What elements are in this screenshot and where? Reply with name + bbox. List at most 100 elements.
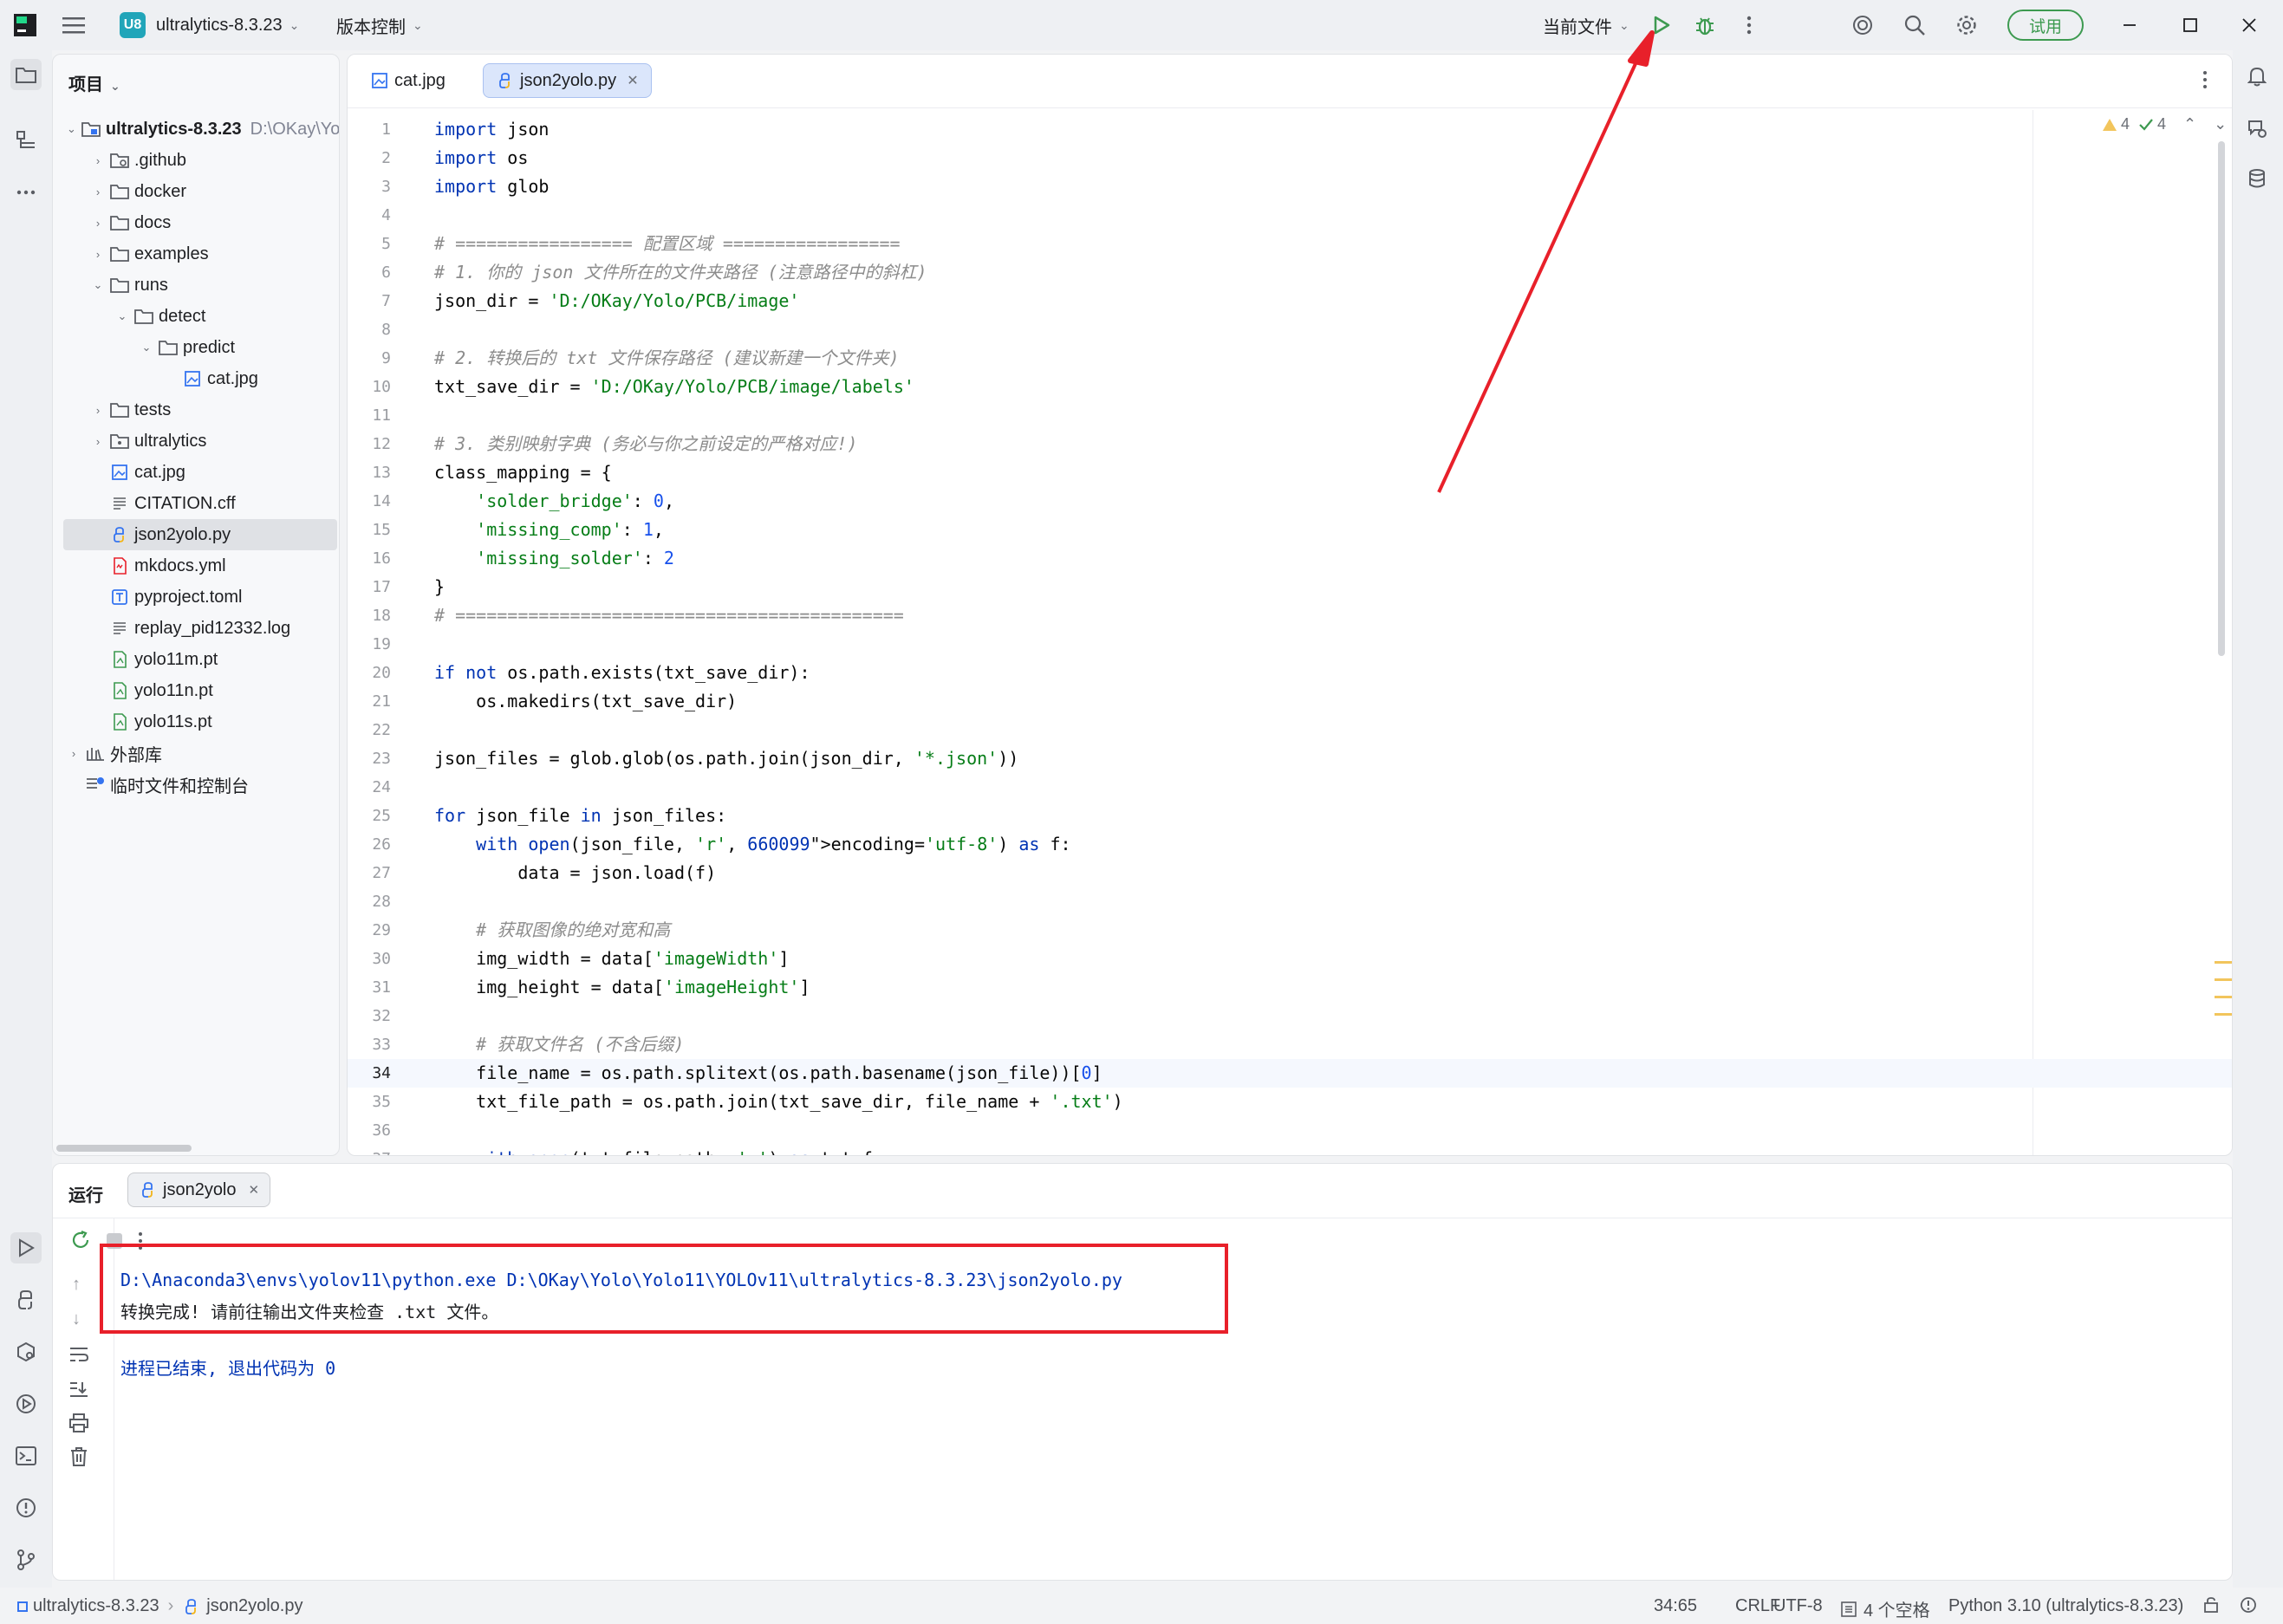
code-line[interactable]: 13 class_mapping = {: [348, 458, 2232, 487]
tree-item[interactable]: yolo11n.pt: [53, 675, 339, 706]
tab-cat-jpg[interactable]: cat.jpg: [358, 63, 458, 98]
close-tab-icon[interactable]: ✕: [627, 72, 638, 89]
tree-item[interactable]: › docs: [53, 207, 339, 238]
code-line[interactable]: 12 # 3. 类别映射字典 (务必与你之前设定的严格对应!): [348, 430, 2232, 458]
more-tools-icon[interactable]: [10, 177, 42, 208]
code-line[interactable]: 21 os.makedirs(txt_save_dir): [348, 687, 2232, 716]
breadcrumb-file[interactable]: json2yolo.py: [206, 1596, 302, 1616]
code-line[interactable]: 30 img_width = data['imageWidth']: [348, 945, 2232, 973]
services-icon[interactable]: [10, 1388, 42, 1419]
chevron-down-icon[interactable]: ⌄: [91, 278, 105, 292]
scroll-up-icon[interactable]: ↑: [72, 1275, 81, 1295]
tree-item[interactable]: ⌄ predict: [53, 332, 339, 363]
code-line[interactable]: 9 # 2. 转换后的 txt 文件保存路径 (建议新建一个文件夹): [348, 344, 2232, 373]
code-line[interactable]: 2 import os: [348, 144, 2232, 172]
chevron-right-icon[interactable]: ›: [91, 217, 105, 230]
trash-icon[interactable]: [69, 1446, 88, 1471]
problems-icon[interactable]: [10, 1492, 42, 1523]
code-line[interactable]: 8: [348, 315, 2232, 344]
code-line[interactable]: 3 import glob: [348, 172, 2232, 201]
code-line[interactable]: 33 # 获取文件名 (不含后缀): [348, 1030, 2232, 1059]
tree-item[interactable]: yolo11m.pt: [53, 644, 339, 675]
readonly-lock-icon[interactable]: [2203, 1596, 2219, 1619]
vcs-menu[interactable]: 版本控制 ⌄: [336, 0, 423, 50]
code-line[interactable]: 22: [348, 716, 2232, 744]
ai-chat-icon[interactable]: [2241, 113, 2273, 144]
code-line[interactable]: 19: [348, 630, 2232, 659]
code-line[interactable]: 18 # ====================================…: [348, 601, 2232, 630]
tree-item[interactable]: replay_pid12332.log: [53, 613, 339, 644]
code-line[interactable]: 23 json_files = glob.glob(os.path.join(js…: [348, 744, 2232, 773]
notifications-bell-icon[interactable]: [2241, 61, 2273, 92]
breadcrumb-project[interactable]: ultralytics-8.3.23: [33, 1596, 159, 1616]
project-switcher[interactable]: U8 ultralytics-8.3.23 ⌄: [120, 0, 299, 50]
tree-item[interactable]: 临时文件和控制台: [53, 769, 339, 800]
code-line[interactable]: 36: [348, 1116, 2232, 1145]
tree-item[interactable]: › examples: [53, 238, 339, 270]
tree-item[interactable]: CITATION.cff: [53, 488, 339, 519]
horizontal-scrollbar[interactable]: [56, 1145, 192, 1152]
code-line[interactable]: 28: [348, 887, 2232, 916]
trial-button[interactable]: 试用: [2007, 10, 2084, 41]
code-line[interactable]: 27 data = json.load(f): [348, 859, 2232, 887]
tree-item[interactable]: › ultralytics: [53, 425, 339, 457]
chevron-right-icon[interactable]: ›: [91, 404, 105, 417]
project-panel-title[interactable]: 项目 ⌄: [68, 70, 120, 95]
run-config-selector[interactable]: 当前文件 ⌄: [1543, 0, 1629, 50]
tree-item[interactable]: json2yolo.py: [63, 519, 337, 550]
caret-position[interactable]: 34:65: [1654, 1596, 1697, 1616]
close-icon[interactable]: [2234, 10, 2264, 40]
status-info-icon[interactable]: [2240, 1596, 2257, 1619]
python-packages-icon[interactable]: [10, 1336, 42, 1367]
database-icon[interactable]: [2241, 163, 2273, 194]
main-menu-icon[interactable]: [62, 0, 85, 50]
soft-wrap-icon[interactable]: [68, 1346, 89, 1367]
code-line[interactable]: 31 img_height = data['imageHeight']: [348, 973, 2232, 1002]
code-line[interactable]: 4: [348, 201, 2232, 230]
chevron-down-icon[interactable]: ⌄: [115, 309, 129, 323]
git-branch-icon[interactable]: [10, 1544, 42, 1575]
code-line[interactable]: 20 if not os.path.exists(txt_save_dir):: [348, 659, 2232, 687]
code-line[interactable]: 11: [348, 401, 2232, 430]
code-line[interactable]: 1 import json: [348, 115, 2232, 144]
terminal-icon[interactable]: [10, 1440, 42, 1471]
chevron-right-icon[interactable]: ›: [91, 154, 105, 167]
close-tab-icon[interactable]: ✕: [249, 1182, 260, 1198]
chevron-right-icon[interactable]: ›: [91, 248, 105, 261]
tree-item[interactable]: ⌄ runs: [53, 270, 339, 301]
code-line[interactable]: 5 # ================= 配置区域 ==============…: [348, 230, 2232, 258]
code-line[interactable]: 35 txt_file_path = os.path.join(txt_save…: [348, 1088, 2232, 1116]
chevron-right-icon[interactable]: ›: [67, 747, 81, 760]
run-tool-play-icon[interactable]: [10, 1232, 42, 1263]
scroll-to-end-icon[interactable]: [68, 1380, 89, 1402]
tree-item[interactable]: mkdocs.yml: [53, 550, 339, 581]
indent-setting[interactable]: 4 个空格: [1841, 1596, 1930, 1621]
code-line[interactable]: 6 # 1. 你的 json 文件所在的文件夹路径 (注意路径中的斜杠): [348, 258, 2232, 287]
code-area[interactable]: 1 import json 2 import os 3 import glob 4 5 # ==…: [348, 108, 2232, 1155]
vertical-scrollbar[interactable]: [2218, 141, 2225, 656]
maximize-icon[interactable]: [2176, 10, 2205, 40]
tabs-more-icon[interactable]: [2202, 70, 2209, 93]
tree-item[interactable]: › 外部库: [53, 737, 339, 769]
tree-item[interactable]: pyproject.toml: [53, 581, 339, 613]
python-interpreter[interactable]: Python 3.10 (ultralytics-8.3.23): [1948, 1596, 2183, 1616]
code-line[interactable]: 10 txt_save_dir = 'D:/OKay/Yolo/PCB/image…: [348, 373, 2232, 401]
code-line[interactable]: 37 with open(txt_file_path, 'w') as txt_…: [348, 1145, 2232, 1155]
code-line[interactable]: 34 file_name = os.path.splitext(os.path.…: [348, 1059, 2232, 1088]
tree-root[interactable]: ⌄ ultralytics-8.3.23 D:\OKay\Yo: [53, 114, 339, 145]
code-line[interactable]: 17}: [348, 573, 2232, 601]
tree-item[interactable]: cat.jpg: [53, 457, 339, 488]
tree-item[interactable]: cat.jpg: [53, 363, 339, 394]
more-actions-icon[interactable]: [1734, 10, 1764, 40]
code-line[interactable]: 7 json_dir = 'D:/OKay/Yolo/PCB/image': [348, 287, 2232, 315]
project-tool-folder-icon[interactable]: [10, 59, 42, 90]
search-icon[interactable]: [1900, 10, 1929, 40]
rerun-icon[interactable]: [70, 1230, 91, 1255]
chevron-down-icon[interactable]: ⌄: [140, 341, 153, 354]
code-line[interactable]: 32: [348, 1002, 2232, 1030]
scroll-down-icon[interactable]: ↓: [72, 1309, 81, 1329]
tree-item[interactable]: › tests: [53, 394, 339, 425]
tab-json2yolo-py[interactable]: json2yolo.py ✕: [483, 63, 652, 98]
debug-button[interactable]: [1690, 10, 1720, 40]
code-line[interactable]: 29 # 获取图像的绝对宽和高: [348, 916, 2232, 945]
